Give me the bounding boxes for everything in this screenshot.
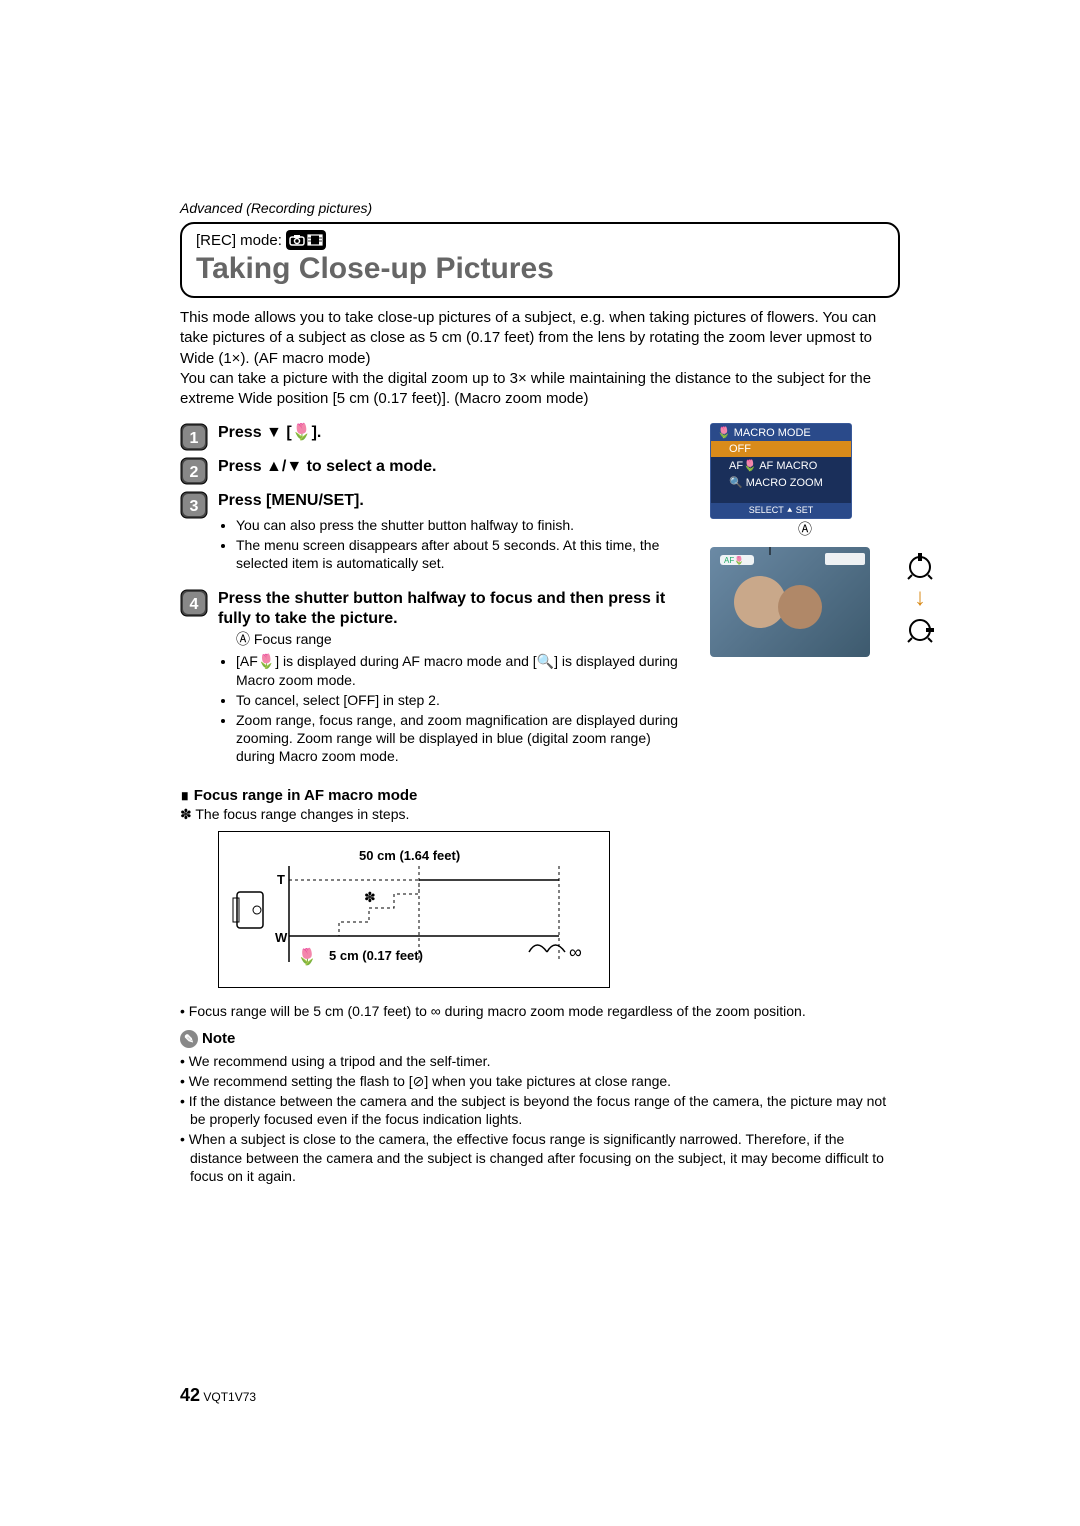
notes-list: • We recommend using a tripod and the se… — [180, 1052, 900, 1185]
doc-code: VQT1V73 — [203, 1390, 256, 1404]
zoom-arrow-icon: ↓ — [914, 591, 926, 605]
page-title: Taking Close-up Pictures — [196, 252, 884, 286]
svg-text:AF🌷: AF🌷 — [724, 555, 744, 565]
camera-mode-icon — [286, 230, 326, 250]
svg-text:∞: ∞ — [569, 942, 582, 962]
svg-text:✽: ✽ — [364, 889, 376, 905]
step-number-2-icon: 2 — [180, 457, 208, 485]
macro-menu-item-zoom: 🔍 MACRO ZOOM — [711, 474, 851, 491]
diagram-50cm-label: 50 cm (1.64 feet) — [359, 848, 460, 863]
step-4-title: Press the shutter button halfway to focu… — [218, 589, 690, 631]
focus-range-diagram: T W ✽ 50 cm (1.64 feet) 5 cm — [218, 831, 610, 988]
macro-menu-item-off: OFF — [711, 441, 851, 457]
macro-menu-title: 🌷 MACRO MODE — [711, 424, 851, 441]
intro-p1: This mode allows you to take close-up pi… — [180, 308, 900, 369]
indicator-a-label: Ⓐ — [710, 519, 900, 539]
svg-text:🌷: 🌷 — [297, 947, 317, 966]
step-4-bullet-1: [AF🌷] is displayed during AF macro mode … — [236, 652, 690, 688]
intro-p2: You can take a picture with the digital … — [180, 369, 900, 410]
step-3-title: Press [MENU/SET]. — [218, 491, 690, 512]
step-4: 4 Press the shutter button halfway to fo… — [180, 589, 690, 776]
step-4-bullet-3: Zoom range, focus range, and zoom magnif… — [236, 711, 690, 766]
step-1: 1 Press ▼ [🌷]. — [180, 423, 690, 451]
zoom-lever-icons: ↓ — [906, 553, 934, 643]
title-box: [REC] mode: Taking Close-up Pictures — [180, 222, 900, 298]
focus-range-heading: ∎ Focus range in AF macro mode — [180, 786, 690, 804]
note-3: • If the distance between the camera and… — [180, 1092, 900, 1128]
step-3-bullet-1: You can also press the shutter button ha… — [236, 516, 690, 534]
macro-menu-item-af: AF🌷 AF MACRO — [711, 457, 851, 474]
after-diagram-note: • Focus range will be 5 cm (0.17 feet) t… — [180, 1002, 900, 1020]
step-1-title: Press ▼ [🌷]. — [218, 423, 690, 444]
svg-text:3: 3 — [190, 498, 199, 515]
step-2-title: Press ▲/▼ to select a mode. — [218, 457, 690, 478]
pencil-note-icon: ✎ — [180, 1030, 198, 1048]
step-4-focus-range: Ⓐ Focus range — [236, 630, 690, 648]
lcd-preview-image: AF🌷 — [710, 547, 870, 657]
svg-text:1: 1 — [190, 430, 199, 447]
note-2: • We recommend setting the flash to [⊘] … — [180, 1072, 900, 1090]
note-label: Note — [202, 1030, 235, 1047]
note-heading: ✎ Note — [180, 1030, 900, 1048]
macro-mode-menu: 🌷 MACRO MODE OFF AF🌷 AF MACRO 🔍 MACRO ZO… — [710, 423, 852, 519]
svg-text:4: 4 — [190, 596, 199, 613]
rec-mode-label: [REC] mode: — [196, 232, 282, 249]
zoom-lever-top-icon — [906, 553, 934, 581]
step-number-1-icon: 1 — [180, 423, 208, 451]
zoom-lever-bottom-icon — [906, 616, 934, 644]
step-number-4-icon: 4 — [180, 589, 208, 617]
svg-text:2: 2 — [190, 464, 199, 481]
intro-text: This mode allows you to take close-up pi… — [180, 308, 900, 409]
step-3: 3 Press [MENU/SET]. You can also press t… — [180, 491, 690, 582]
step-4-bullet-2: To cancel, select [OFF] in step 2. — [236, 691, 690, 709]
step-number-3-icon: 3 — [180, 491, 208, 519]
step-2: 2 Press ▲/▼ to select a mode. — [180, 457, 690, 485]
step-3-bullet-2: The menu screen disappears after about 5… — [236, 536, 690, 572]
page-footer: 42 VQT1V73 — [180, 1385, 256, 1406]
section-header: Advanced (Recording pictures) — [180, 200, 900, 216]
diagram-5cm-label: 5 cm (0.17 feet) — [329, 948, 423, 963]
rec-mode-line: [REC] mode: — [196, 230, 884, 250]
page-number: 42 — [180, 1385, 200, 1405]
macro-menu-footer: SELECT ⯅ SET — [711, 503, 851, 518]
manual-page: Advanced (Recording pictures) [REC] mode… — [0, 0, 1080, 1526]
note-4: • When a subject is close to the camera,… — [180, 1130, 900, 1185]
svg-text:T: T — [277, 872, 285, 887]
note-1: • We recommend using a tripod and the se… — [180, 1052, 900, 1070]
svg-text:W: W — [275, 930, 288, 945]
focus-range-note: ✽ The focus range changes in steps. — [180, 806, 690, 823]
